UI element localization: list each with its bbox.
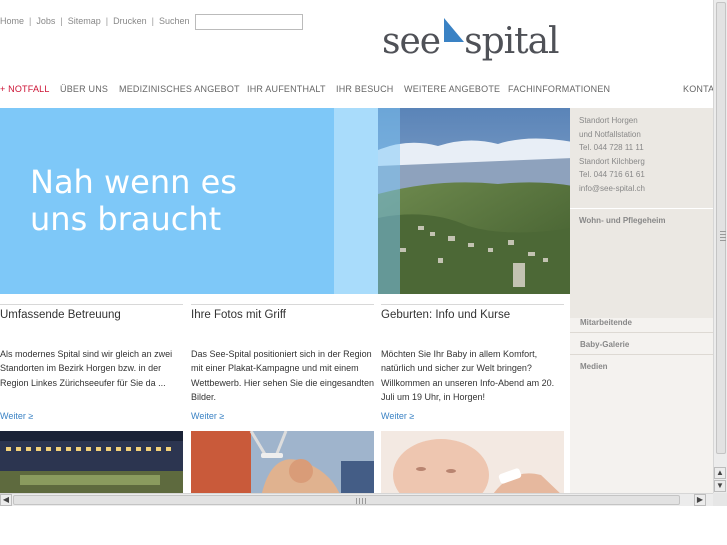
teaser-title[interactable]: Ihre Fotos mit Griff (191, 309, 286, 321)
nav-item-weitere-angebote[interactable]: WEITERE ANGEBOTE (404, 84, 500, 94)
nav-item-notfall[interactable]: + NOTFALL (0, 84, 50, 94)
scroll-left-button[interactable]: ◀ (0, 494, 12, 506)
nav-item-fachinformationen[interactable]: FACHINFORMATIONEN (508, 84, 610, 94)
vertical-scroll-thumb[interactable] (716, 2, 726, 454)
separator: | (29, 16, 32, 26)
teaser-more-link[interactable]: Weiter ≥ (381, 411, 414, 421)
sidebar-separator (570, 354, 713, 355)
contact-info: Standort Horgen und Notfallstation Tel. … (579, 114, 645, 195)
teaser-text: Als modernes Spital sind wir gleich an z… (0, 349, 173, 388)
contact-line: und Notfallstation (579, 129, 641, 139)
vertical-scrollbar[interactable]: ▲ ▼ (713, 0, 727, 493)
separator: | (105, 16, 109, 26)
teaser-title[interactable]: Geburten: Info und Kurse (381, 309, 510, 321)
main-nav: + NOTFALL ÜBER UNS MEDIZINISCHES ANGEBOT… (0, 84, 713, 98)
logo-text: see spital (382, 21, 560, 62)
contact-email[interactable]: info@see-spital.ch (579, 182, 645, 196)
teaser-rule (381, 304, 564, 305)
separator: | (151, 16, 154, 26)
see-spital-logo[interactable]: see spital (382, 14, 564, 66)
horizontal-scrollbar[interactable]: ◀ ▶ (0, 493, 713, 506)
sidebar-link-wohn-pflegeheim[interactable]: Wohn- und Pflegeheim (579, 216, 666, 225)
contact-phone[interactable]: Tel. 044 716 61 61 (579, 168, 645, 182)
sidebar-links-box: Mitarbeitende Baby-Galerie Medien (570, 318, 713, 493)
teaser-title[interactable]: Umfassende Betreuung (0, 309, 121, 321)
scroll-right-button[interactable]: ▶ (694, 494, 706, 506)
browser-viewport: Home | Jobs | Sitemap | Drucken | Suchen… (0, 0, 713, 493)
jobs-link[interactable]: Jobs (36, 16, 55, 26)
home-link[interactable]: Home (0, 16, 24, 26)
contact-line: Standort Kilchberg (579, 156, 645, 166)
grip-icon (356, 498, 366, 504)
sidebar-separator (570, 332, 713, 333)
utility-nav: Home | Jobs | Sitemap | Drucken | Suchen (0, 16, 189, 26)
scroll-down-button[interactable]: ▼ (714, 480, 726, 492)
separator: | (60, 16, 63, 26)
search-label: Suchen (158, 16, 190, 26)
teaser-baby-photo[interactable] (381, 431, 564, 493)
sidebar-link-baby-galerie[interactable]: Baby-Galerie (580, 340, 629, 349)
hero-headline: Nah wenn es uns braucht (30, 163, 237, 238)
teaser-text: Möchten Sie Ihr Baby in allem Komfort, n… (381, 349, 555, 402)
sitemap-link[interactable]: Sitemap (68, 16, 101, 26)
scrollbar-corner (713, 493, 727, 506)
scroll-up-button[interactable]: ▲ (714, 467, 726, 479)
teaser-building-photo[interactable] (0, 431, 183, 493)
contact-phone[interactable]: Tel. 044 728 11 11 (579, 141, 645, 155)
teaser-grip-photo[interactable] (191, 431, 374, 493)
nav-item-kontakt[interactable]: KONTAKT (683, 84, 713, 94)
grip-icon (720, 231, 726, 241)
logo-text-see: see (382, 21, 441, 62)
sidebar-divider (570, 208, 713, 209)
teaser-rule (0, 304, 183, 305)
teaser-more-link[interactable]: Weiter ≥ (0, 411, 33, 421)
sidebar-link-medien[interactable]: Medien (580, 362, 608, 371)
hero-banner: Nah wenn es uns braucht (0, 108, 573, 294)
teaser-text: Das See-Spital positioniert sich in der … (191, 349, 374, 402)
search-input[interactable] (195, 14, 303, 30)
nav-item-ihr-aufenthalt[interactable]: IHR AUFENTHALT (247, 84, 326, 94)
horizontal-scroll-thumb[interactable] (13, 495, 680, 505)
hero-lake-photo (378, 108, 573, 294)
contact-line: Standort Horgen (579, 116, 638, 125)
print-link[interactable]: Drucken (113, 16, 147, 26)
logo-text-spital: spital (464, 21, 559, 62)
hero-accent-strip (334, 108, 378, 294)
sidebar-link-mitarbeitende[interactable]: Mitarbeitende (580, 318, 632, 327)
teaser-more-link[interactable]: Weiter ≥ (191, 411, 224, 421)
nav-item-medizinisches-angebot[interactable]: MEDIZINISCHES ANGEBOT (119, 84, 240, 94)
right-sidebar: Standort Horgen und Notfallstation Tel. … (570, 108, 713, 493)
nav-item-ueber-uns[interactable]: ÜBER UNS (60, 84, 108, 94)
nav-item-ihr-besuch[interactable]: IHR BESUCH (336, 84, 394, 94)
teaser-rule (191, 304, 374, 305)
